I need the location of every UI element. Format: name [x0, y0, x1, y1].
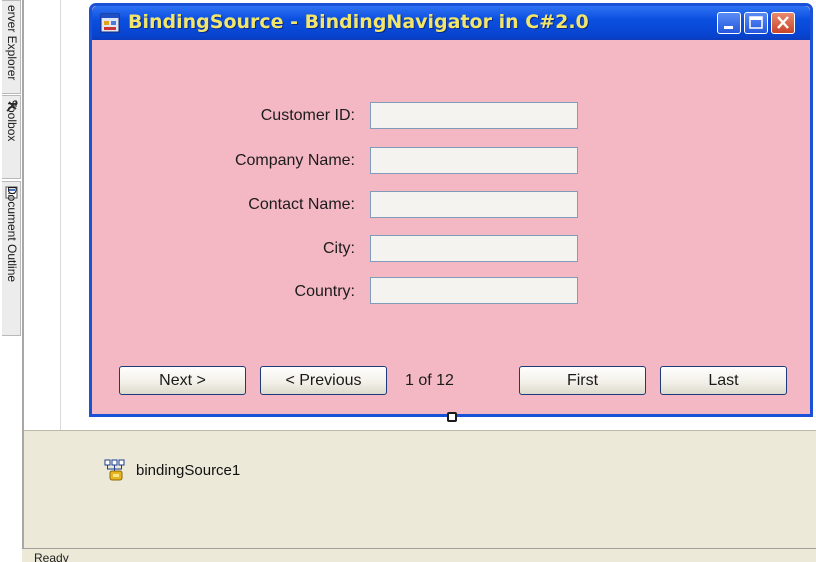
- title-bar[interactable]: BindingSource - BindingNavigator in C#2.…: [92, 6, 810, 40]
- resize-handle[interactable]: [447, 412, 457, 422]
- previous-button[interactable]: < Previous: [260, 366, 387, 395]
- company-name-field[interactable]: [370, 147, 578, 174]
- component-tray: bindingSource1: [24, 430, 816, 548]
- tab-server-explorer-label: erver Explorer: [5, 5, 19, 81]
- first-button[interactable]: First: [519, 366, 646, 395]
- close-icon: [777, 16, 789, 29]
- tab-toolbox-label: Toolbox: [5, 100, 19, 142]
- tab-document-outline[interactable]: Document Outline: [2, 181, 21, 336]
- left-dock-strip: erver Explorer Toolbox Document Outline: [0, 0, 22, 562]
- city-field[interactable]: [370, 235, 578, 262]
- contact-name-field[interactable]: [370, 191, 578, 218]
- customer-id-field[interactable]: [370, 102, 578, 129]
- country-label: Country:: [294, 283, 355, 300]
- next-button[interactable]: Next >: [119, 366, 246, 395]
- form-body: Customer ID: Company Name: Contact Name:…: [92, 40, 810, 414]
- status-text: Ready: [34, 551, 69, 562]
- minimize-icon: [724, 26, 733, 29]
- form-window[interactable]: BindingSource - BindingNavigator in C#2.…: [89, 3, 813, 417]
- maximize-button[interactable]: [744, 12, 768, 34]
- minimize-button[interactable]: [717, 12, 741, 34]
- tab-toolbox[interactable]: Toolbox: [2, 95, 21, 179]
- customer-id-label: Customer ID:: [260, 107, 355, 124]
- last-button[interactable]: Last: [660, 366, 787, 395]
- record-position-label: 1 of 12: [405, 372, 454, 389]
- country-field[interactable]: [370, 277, 578, 304]
- tab-document-outline-label: Document Outline: [5, 186, 19, 283]
- tab-server-explorer[interactable]: erver Explorer: [2, 0, 21, 94]
- city-label: City:: [323, 240, 355, 257]
- contact-name-label: Contact Name:: [248, 196, 355, 213]
- tray-component-label: bindingSource1: [136, 461, 241, 479]
- company-name-label: Company Name:: [234, 152, 355, 169]
- tray-item-binding-source[interactable]: bindingSource1: [104, 459, 240, 481]
- close-button[interactable]: [771, 12, 795, 34]
- binding-source-icon: [104, 459, 125, 481]
- maximize-icon: [749, 16, 763, 29]
- status-bar: Ready: [22, 548, 816, 562]
- designer-margin-line: [60, 0, 61, 430]
- form-app-icon: [100, 13, 120, 33]
- window-title: BindingSource - BindingNavigator in C#2.…: [128, 11, 589, 33]
